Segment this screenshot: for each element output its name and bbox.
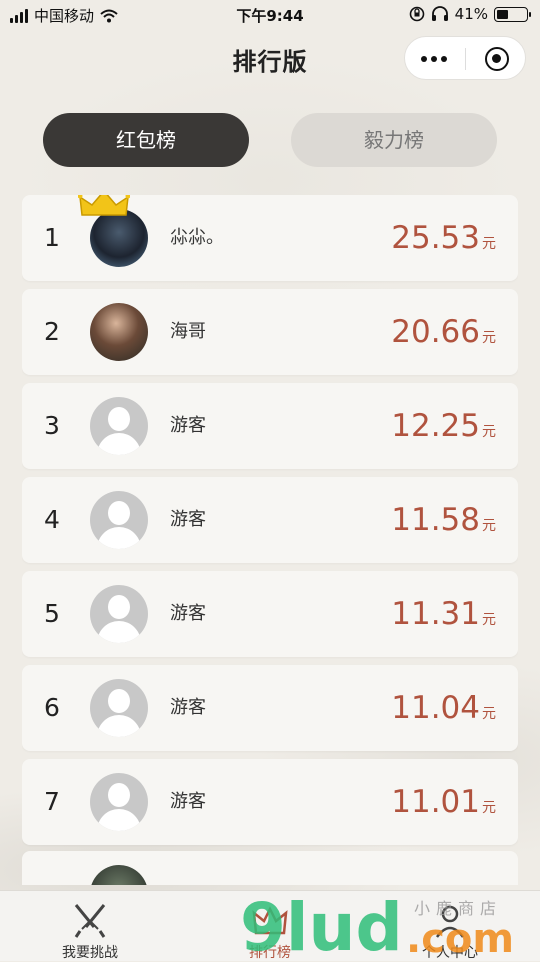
crown-icon — [78, 195, 130, 216]
tabbar-item-challenge[interactable]: 我要挑战 — [40, 891, 140, 961]
amount-unit: 元 — [482, 518, 496, 534]
amount: 11.04 元 — [391, 665, 496, 757]
amount-unit: 元 — [482, 612, 496, 628]
amount-unit: 元 — [482, 330, 496, 346]
list-item[interactable]: 5 游客 11.31 元 — [22, 571, 518, 657]
tab-red-packet[interactable]: 红包榜 — [43, 113, 249, 167]
amount: 20.66 元 — [391, 289, 496, 381]
crossed-swords-icon — [74, 904, 106, 938]
list-item[interactable]: 4 游客 11.58 元 — [22, 477, 518, 563]
tabbar-item-profile[interactable]: 个人中心 — [400, 891, 500, 961]
amount: 11.01 元 — [391, 759, 496, 851]
amount-value: 20.66 — [391, 314, 480, 350]
amount-value: 11.04 — [391, 690, 480, 726]
rank-number: 1 — [44, 223, 60, 252]
amount-unit: 元 — [482, 800, 496, 816]
status-bar: 中国移动 下午9:44 41% — [0, 0, 540, 30]
amount: 11.58 元 — [391, 477, 496, 569]
amount-unit: 元 — [482, 424, 496, 440]
amount: 12.25 元 — [391, 383, 496, 475]
amount-unit: 元 — [482, 236, 496, 252]
player-name: 游客 — [170, 603, 206, 624]
tabbar-label: 个人中心 — [422, 945, 478, 961]
battery-percent: 41% — [454, 5, 488, 23]
amount-value: 11.31 — [391, 596, 480, 632]
battery-icon — [494, 6, 531, 22]
player-name: 游客 — [170, 509, 206, 530]
rank-number: 4 — [44, 505, 60, 534]
list-item[interactable] — [22, 851, 518, 885]
amount-value: 12.25 — [391, 408, 480, 444]
player-name: 海哥 — [170, 321, 206, 342]
default-user-icon — [90, 491, 148, 549]
avatar — [90, 303, 148, 361]
player-name: 游客 — [170, 697, 206, 718]
list-item[interactable]: 6 游客 11.04 元 — [22, 665, 518, 751]
player-name: 游客 — [170, 415, 206, 436]
rank-number: 3 — [44, 411, 60, 440]
list-item[interactable]: 3 游客 12.25 元 — [22, 383, 518, 469]
more-dots-icon[interactable] — [421, 56, 447, 62]
capsule-divider — [465, 48, 466, 70]
player-name: 尛尛。 — [170, 227, 224, 248]
list-item[interactable]: 7 游客 11.01 元 — [22, 759, 518, 845]
person-icon — [435, 905, 465, 938]
rank-number: 2 — [44, 317, 60, 346]
amount-value: 11.01 — [391, 784, 480, 820]
crown-icon — [252, 906, 288, 935]
default-user-icon — [90, 679, 148, 737]
tabbar-item-ranking[interactable]: 排行榜 — [220, 891, 320, 961]
tab-perseverance[interactable]: 毅力榜 — [291, 113, 497, 167]
rank-number: 5 — [44, 599, 60, 628]
amount-value: 25.53 — [391, 220, 480, 256]
amount: 11.31 元 — [391, 571, 496, 663]
ranking-tabs: 红包榜 毅力榜 — [0, 113, 540, 167]
default-user-icon — [90, 773, 148, 831]
list-item[interactable]: 1 尛尛。 25.53 元 — [22, 195, 518, 281]
target-circle-icon[interactable] — [485, 47, 509, 71]
tabbar-label: 我要挑战 — [62, 945, 118, 961]
tab-bar: 我要挑战 排行榜 个人中心 — [0, 890, 540, 961]
amount-unit: 元 — [482, 706, 496, 722]
rank-number: 7 — [44, 787, 60, 816]
navigation-bar: 排行版 — [0, 30, 540, 90]
mini-program-capsule — [404, 36, 526, 80]
amount-value: 11.58 — [391, 502, 480, 538]
tabbar-label: 排行榜 — [249, 945, 291, 961]
default-user-icon — [90, 397, 148, 455]
default-user-icon — [90, 585, 148, 643]
list-item[interactable]: 2 海哥 20.66 元 — [22, 289, 518, 375]
orientation-lock-icon — [409, 6, 424, 22]
player-name: 游客 — [170, 791, 206, 812]
headphones-icon — [431, 6, 448, 21]
avatar — [90, 865, 148, 885]
leaderboard-list[interactable]: 1 尛尛。 25.53 元 2 海哥 20.66 元 3 游客 12.25 元 4 游… — [22, 195, 518, 885]
rank-number: 6 — [44, 693, 60, 722]
amount: 25.53 元 — [391, 195, 496, 287]
